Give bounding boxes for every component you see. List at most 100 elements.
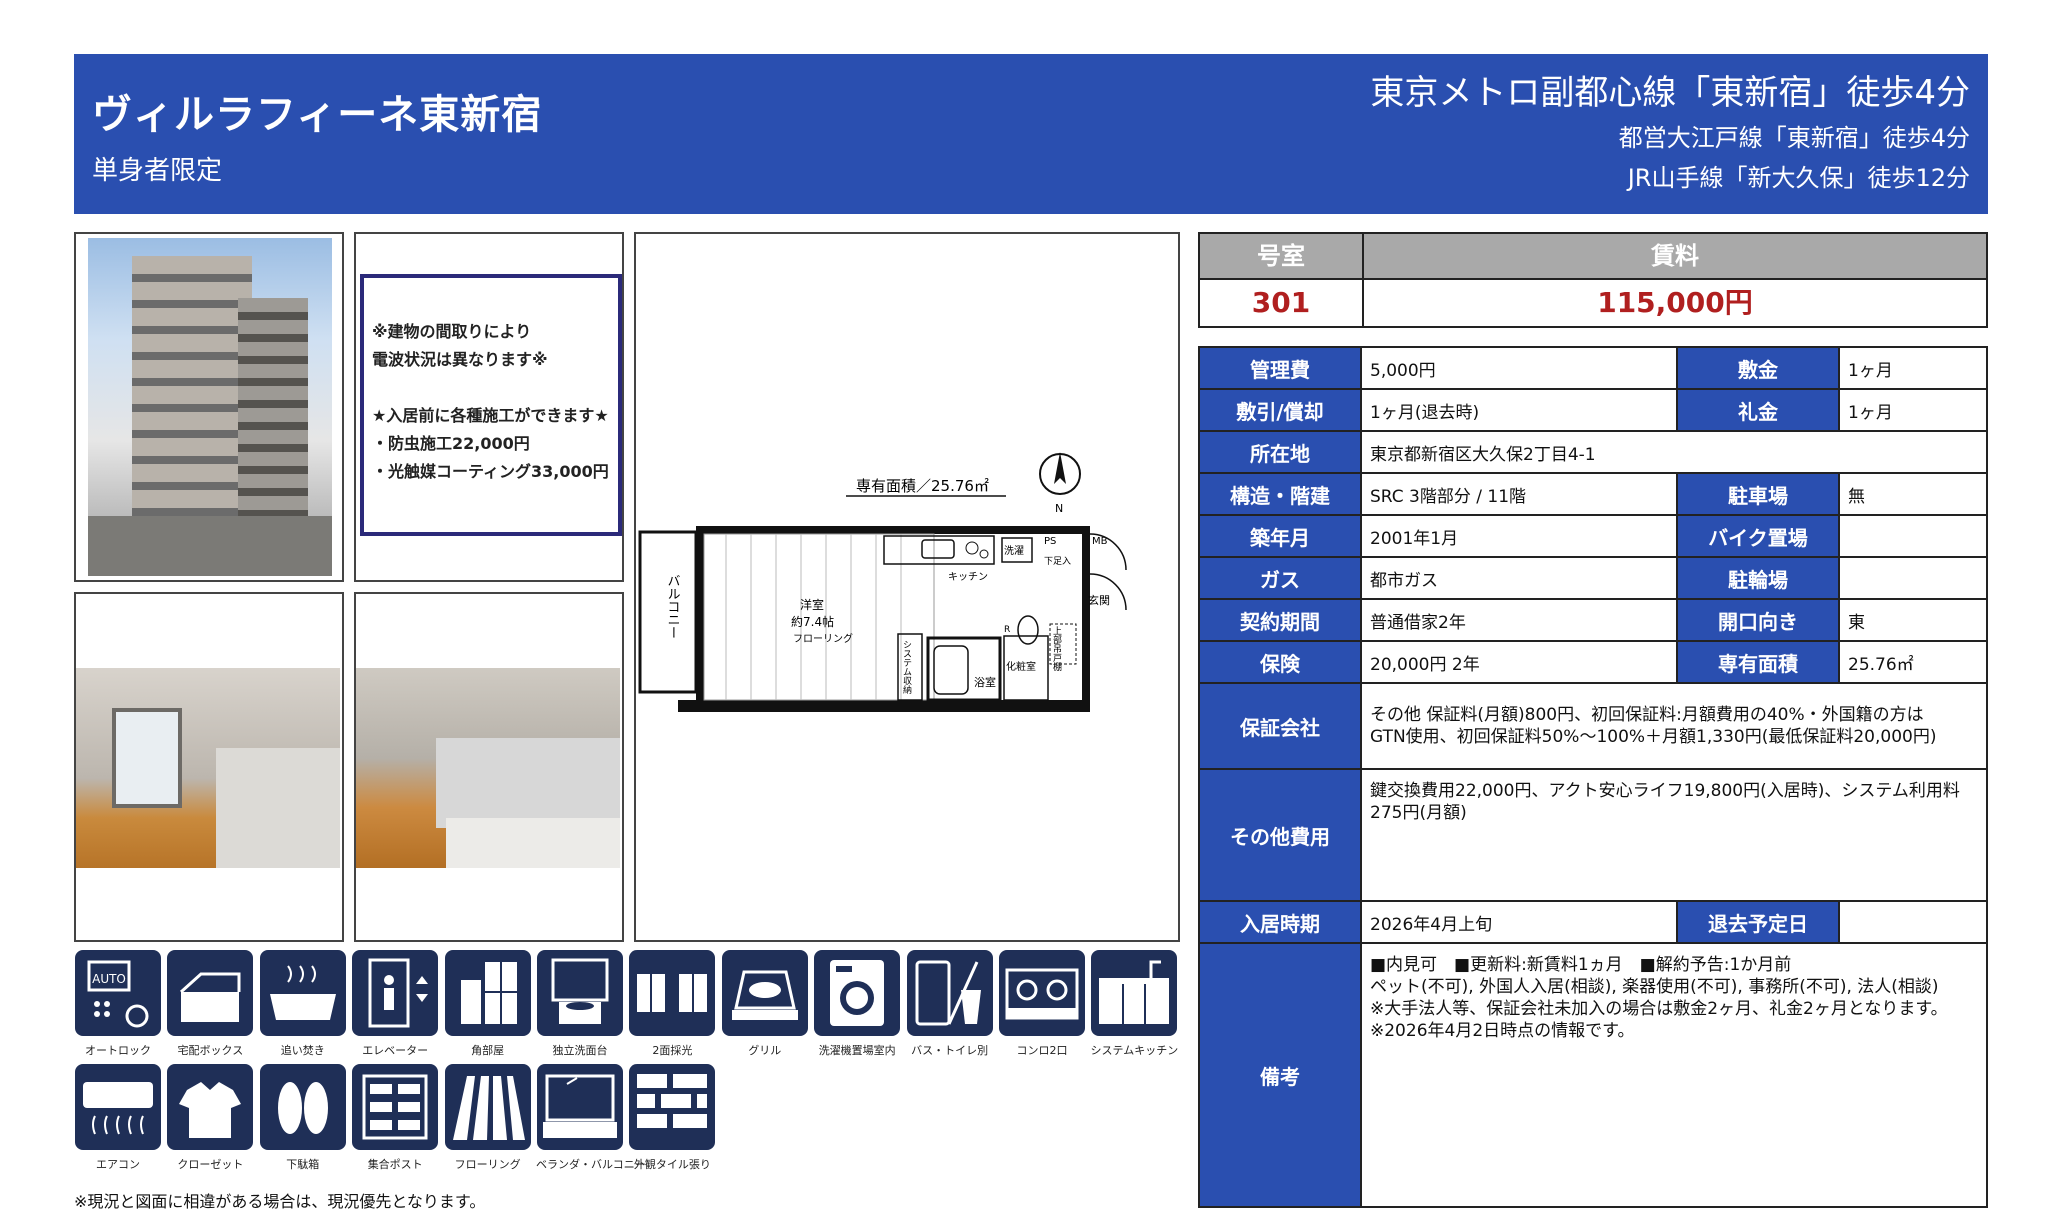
svg-text:AUTO: AUTO [92, 972, 126, 986]
built-value: 2001年1月 [1362, 516, 1678, 556]
address-value: 東京都新宿区大久保2丁目4-1 [1370, 444, 1596, 465]
other-fees-label: その他費用 [1200, 770, 1362, 900]
contract-label: 契約期間 [1200, 600, 1362, 640]
bicycle-parking-label: 駐輪場 [1678, 558, 1840, 598]
notice-line: 電波状況は異なります※ [372, 350, 548, 369]
table-row: 備考 ■内見可 ■更新料:新賃料1ヵ月 ■解約予告:1か月前 ペット(不可), … [1200, 944, 1986, 1208]
equipment-label: オートロック [85, 1044, 151, 1057]
table-row: 保証会社 その他 保証料(月額)800円、初回保証料:月額費用の40%・外国籍の… [1200, 684, 1986, 770]
equipment-label: 宅配ボックス [177, 1044, 244, 1057]
station-access: 東京メトロ副都心線「東新宿」徒歩4分 都営大江戸線「東新宿」徒歩4分 JR山手線… [1370, 68, 1970, 198]
move-out-label: 退去予定日 [1678, 902, 1840, 942]
insurance-value: 20,000円 2年 [1362, 642, 1678, 682]
kitchen-counter [436, 738, 620, 828]
access-line: 都営大江戸線「東新宿」徒歩4分 [1618, 124, 1970, 152]
table-row: 管理費 5,000円 敷金 1ヶ月 [1200, 348, 1986, 390]
structure-value: SRC 3階部分 / 11階 [1362, 474, 1678, 514]
equipment-label: コンロ2口 [1016, 1044, 1068, 1057]
room-label: 洋室 [800, 597, 824, 612]
other-fees-line: 鍵交換費用22,000円、アクト安心ライフ19,800円(入居時)、システム利用… [1370, 781, 1960, 801]
equipment-item: 追い焚き [259, 950, 347, 1058]
rent-value: 115,000円 [1597, 286, 1753, 319]
equipment-label: 角部屋 [471, 1044, 505, 1057]
table-row: 築年月 2001年1月 バイク置場 [1200, 516, 1986, 558]
equipment-label: 追い焚き [280, 1044, 325, 1057]
table-row: 所在地 東京都新宿区大久保2丁目4-1 [1200, 432, 1986, 474]
room-number-value: 301 [1251, 286, 1311, 319]
equipment-item: 洗濯機置場室内 [813, 950, 901, 1058]
notice-line: ★入居前に各種施工ができます★ [372, 406, 609, 425]
auto-lock-icon: AUTO [75, 950, 161, 1036]
grill-icon [721, 950, 808, 1036]
delivery-box-icon [167, 950, 254, 1036]
equipment-label: システムキッチン [1090, 1044, 1179, 1057]
street [88, 516, 332, 576]
building-exterior-photo [88, 238, 332, 576]
gas-label: ガス [1200, 558, 1362, 598]
entrance-label: 玄関 [1088, 593, 1110, 607]
equipment-item: 宅配ボックス [166, 950, 254, 1058]
table-row: ガス 都市ガス 駐輪場 [1200, 558, 1986, 600]
toilet-label: 化粧室 [1006, 660, 1036, 673]
equipment-label: 独立洗面台 [552, 1044, 608, 1057]
structure-label: 構造・階建 [1200, 474, 1362, 514]
table-row: 契約期間 普通借家2年 開口向き 東 [1200, 600, 1986, 642]
equipment-item: システムキッチン [1090, 950, 1178, 1058]
equipment-label: 洗濯機置場室内 [818, 1044, 896, 1057]
photo-kitchen-frame[interactable] [354, 592, 624, 942]
property-subtitle: 単身者限定 [92, 156, 223, 186]
window [112, 708, 182, 808]
guarantor-value: その他 保証料(月額)800円、初回保証料:月額費用の40%・外国籍の方は GT… [1362, 684, 1986, 768]
equipment-label: 外観タイル張り [633, 1158, 711, 1171]
two-burner-stove-icon [999, 950, 1085, 1036]
guarantor-line: GTN使用、初回保証料50%～100%＋月額1,330円(最低保証料20,000… [1370, 727, 1937, 747]
parking-label: 駐車場 [1678, 474, 1840, 514]
rent-summary-table: 号室 賃料 301 115,000円 [1198, 232, 1988, 328]
kitchen-label: キッチン [948, 571, 988, 583]
kitchen-cabinet [446, 818, 620, 868]
mgmt-fee-label: 管理費 [1200, 348, 1362, 388]
equipment-item: 下駄箱 [259, 1064, 347, 1172]
shoe-box-icon [259, 1064, 346, 1150]
header-banner: ヴィルラフィーネ東新宿 単身者限定 東京メトロ副都心線「東新宿」徒歩4分 都営大… [74, 54, 1988, 214]
guarantor-label: 保証会社 [1200, 684, 1362, 768]
equipment-label: 下駄箱 [286, 1158, 320, 1171]
key-money-label: 礼金 [1678, 390, 1840, 430]
access-line: JR山手線「新大久保」徒歩12分 [1627, 164, 1970, 192]
equipment-label: クローゼット [177, 1158, 244, 1171]
equipment-item: 2面採光 [628, 950, 716, 1058]
floorplan-frame[interactable]: 専有面積／25.76㎡ N バルコニー 洋室 約7.4帖 フローリング キッチン [634, 232, 1180, 942]
photo-exterior-frame[interactable] [74, 232, 344, 582]
balcony-icon [537, 1064, 623, 1150]
built-label: 築年月 [1200, 516, 1362, 556]
equipment-item: エアコン [74, 1064, 162, 1172]
elevator-icon [352, 950, 439, 1036]
photo-room-frame[interactable] [74, 592, 344, 942]
property-title: ヴィルラフィーネ東新宿 [92, 92, 543, 138]
notice-frame: ※建物の間取りにより 電波状況は異なります※ ★入居前に各種施工ができます★ ・… [354, 232, 624, 582]
footnote: ※現況と図面に相違がある場合は、現況優先となります。 [74, 1192, 486, 1211]
kitchen-counter [216, 748, 340, 868]
bike-parking-value [1840, 516, 1986, 556]
equipment-label: エレベーター [362, 1044, 429, 1057]
remarks-line: ※大手法人等、保証会社未加入の場合は敷金2ヶ月、礼金2ヶ月となります。 [1370, 999, 1948, 1019]
remarks-line: ※2026年4月2日時点の情報です。 [1370, 1021, 1635, 1041]
room-photo [76, 668, 340, 868]
balcony-label: バルコニー [665, 574, 681, 639]
ps-label: PS [1044, 536, 1056, 547]
reheating-bath-icon [259, 950, 346, 1036]
remarks-value: ■内見可 ■更新料:新賃料1ヵ月 ■解約予告:1か月前 ペット(不可), 外国人… [1362, 944, 1986, 1206]
vanity-icon [537, 950, 623, 1036]
equipment-item: エレベーター [351, 950, 439, 1058]
remarks-line: ペット(不可), 外国人入居(相談), 楽器使用(不可), 事務所(不可), 法… [1370, 977, 1939, 997]
equipment-label: ベランダ・バルコニー [536, 1158, 646, 1171]
insurance-label: 保険 [1200, 642, 1362, 682]
room-size-label: 約7.4帖 [791, 614, 834, 629]
other-fees-line: 275円(月額) [1370, 803, 1467, 823]
shikibiki-value: 1ヶ月(退去時) [1362, 390, 1678, 430]
other-fees-value: 鍵交換費用22,000円、アクト安心ライフ19,800円(入居時)、システム利用… [1362, 770, 1986, 900]
r-label: R [1004, 625, 1010, 635]
deposit-value: 1ヶ月 [1848, 360, 1893, 381]
table-row: 構造・階建 SRC 3階部分 / 11階 駐車場 無 [1200, 474, 1986, 516]
notice-line: ※建物の間取りにより [372, 322, 532, 341]
